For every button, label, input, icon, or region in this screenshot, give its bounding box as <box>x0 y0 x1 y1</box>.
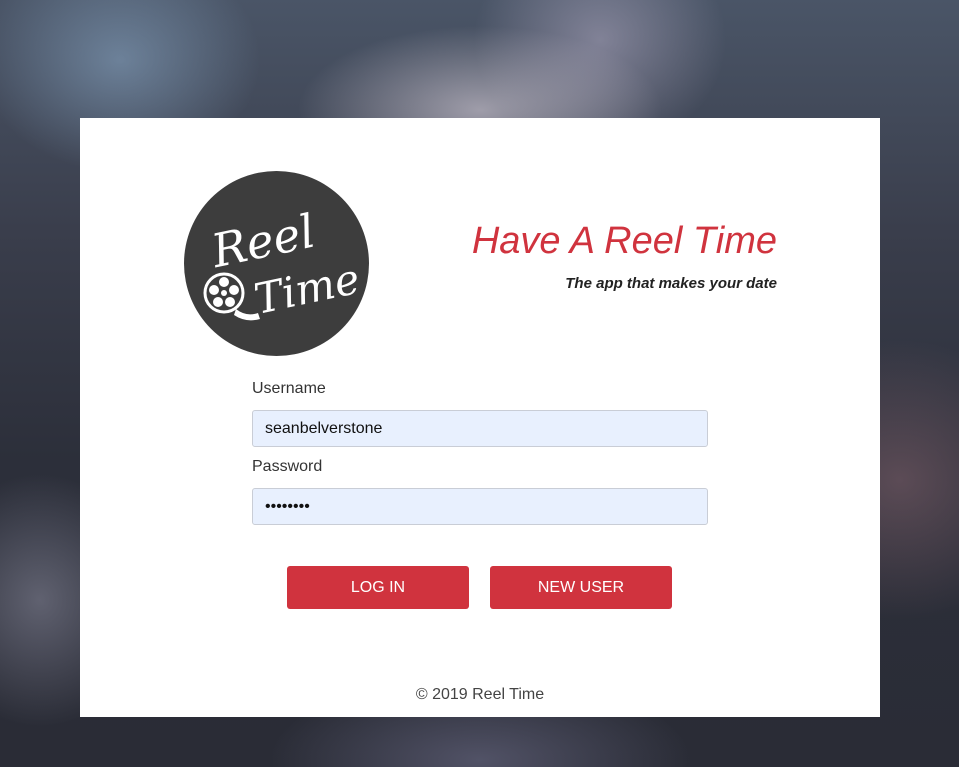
login-card: Reel Time Have A Reel Time The app that … <box>80 118 880 717</box>
footer-copyright: © 2019 Reel Time <box>415 686 545 703</box>
login-button[interactable]: LOG IN <box>287 566 469 609</box>
page-tagline: The app that makes your date <box>565 275 777 292</box>
password-label: Password <box>252 458 323 475</box>
username-label: Username <box>252 380 326 397</box>
page-headline: Have A Reel Time <box>471 220 777 262</box>
username-input[interactable] <box>252 410 708 447</box>
reel-time-logo: Reel Time <box>184 171 369 356</box>
password-input[interactable] <box>252 488 708 525</box>
new-user-button[interactable]: NEW USER <box>490 566 672 609</box>
